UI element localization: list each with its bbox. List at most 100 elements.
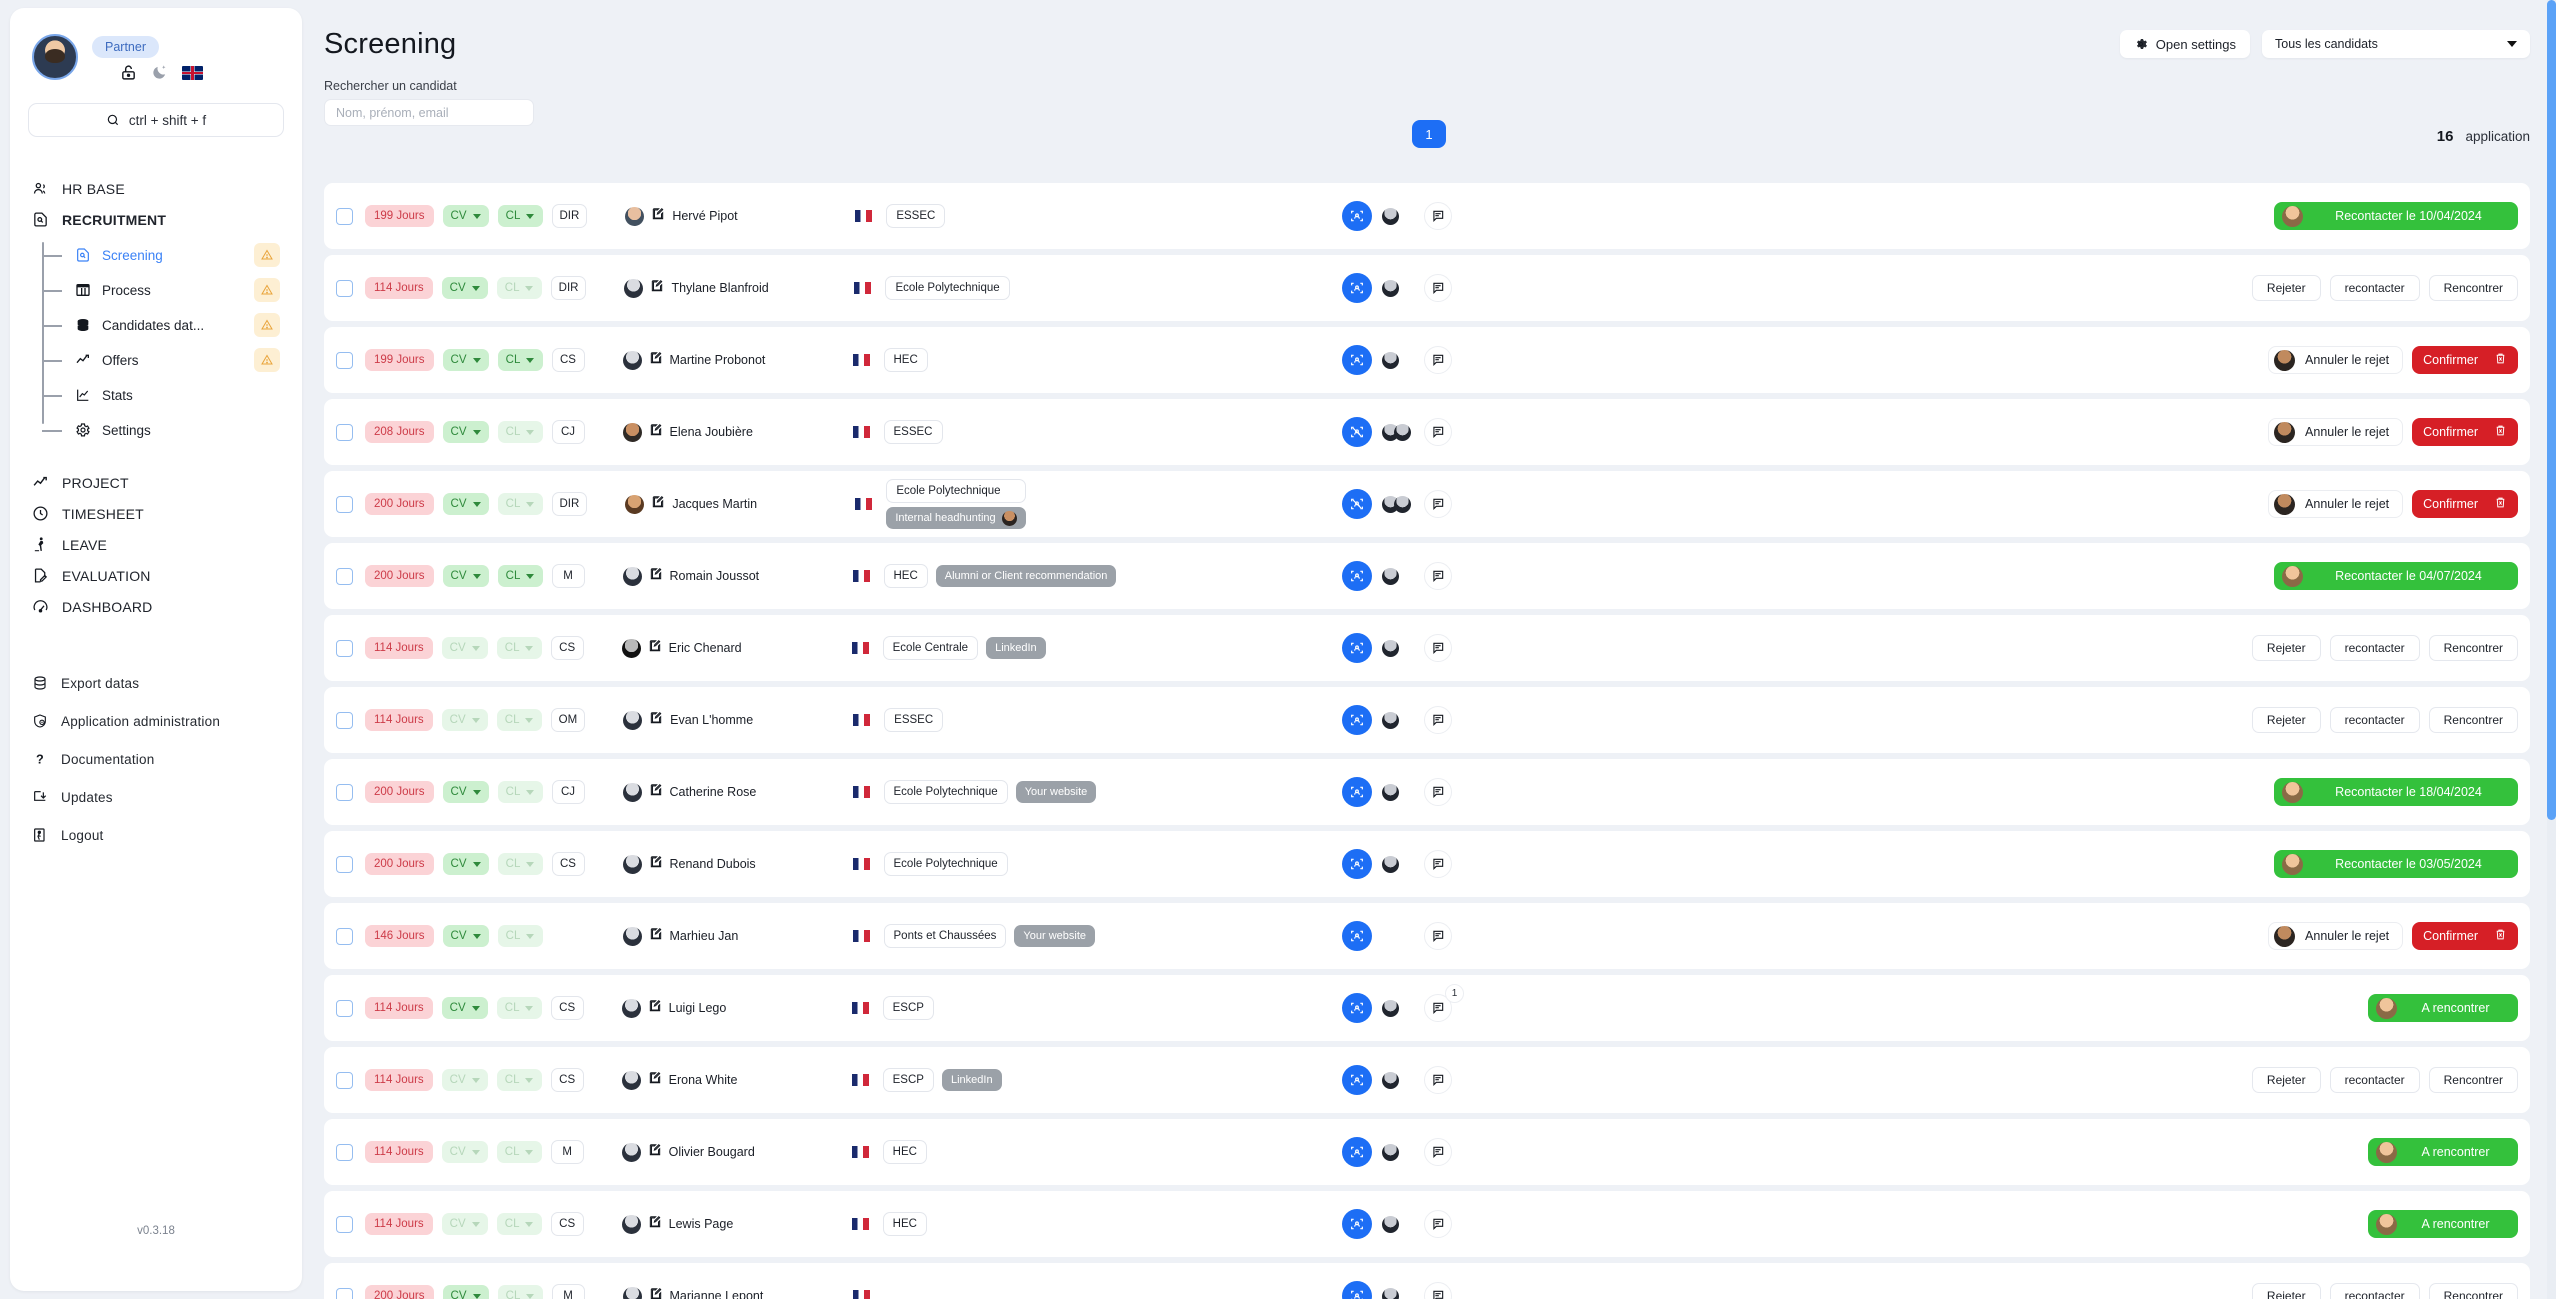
assignees[interactable] [1382, 999, 1399, 1017]
row-checkbox[interactable] [336, 999, 353, 1017]
recontact-button[interactable]: recontacter [2329, 707, 2420, 733]
row-checkbox[interactable] [336, 423, 353, 441]
comment-button[interactable] [1424, 1066, 1452, 1094]
uk-flag-icon[interactable] [182, 65, 203, 80]
row-checkbox[interactable] [336, 639, 353, 657]
row-checkbox[interactable] [336, 207, 353, 225]
candidate-info[interactable]: Marianne Lepont [622, 1286, 853, 1299]
table-row[interactable]: 146 JoursCVCL-Marhieu JanPonts et Chauss… [324, 903, 2530, 969]
assignees[interactable] [1382, 1287, 1399, 1299]
recontact-button[interactable]: recontacter [2329, 1283, 2420, 1299]
cl-dropdown[interactable]: CL [497, 205, 543, 227]
assignees[interactable] [1382, 351, 1399, 369]
comment-button[interactable] [1424, 778, 1452, 806]
confirm-button[interactable]: Confirmer [2412, 418, 2518, 446]
candidate-info[interactable]: Evan L'homme [623, 710, 853, 730]
row-checkbox[interactable] [336, 1215, 353, 1233]
candidates-filter-select[interactable]: Tous les candidats [2262, 30, 2530, 58]
reject-button[interactable]: Rejeter [2251, 635, 2321, 661]
row-checkbox[interactable] [336, 495, 353, 513]
candidate-info[interactable]: Elena Joubière [622, 422, 853, 442]
sidebar-item-settings[interactable]: Settings [42, 415, 302, 445]
comment-button[interactable] [1424, 1210, 1452, 1238]
match-icon[interactable] [1342, 201, 1372, 231]
comment-button[interactable] [1424, 490, 1452, 518]
table-row[interactable]: 114 Jours CV CL CS Erona White ESCP LinkedIn Re… [324, 1047, 2530, 1113]
row-checkbox[interactable] [336, 855, 353, 873]
edit-icon[interactable] [648, 1215, 662, 1234]
assignees[interactable] [1382, 855, 1399, 873]
match-icon[interactable] [1342, 1281, 1372, 1299]
cl-dropdown[interactable]: CL [496, 709, 542, 731]
sidebar-item-updates[interactable]: Updates [10, 778, 302, 816]
assignees[interactable] [1382, 495, 1411, 513]
assignees[interactable] [1382, 207, 1399, 225]
match-icon[interactable] [1342, 1209, 1372, 1239]
cl-dropdown[interactable]: CL [497, 493, 543, 515]
reject-button[interactable]: Rejeter [2251, 707, 2321, 733]
recontact-button[interactable]: A rencontrer [2368, 1210, 2518, 1238]
table-row[interactable]: 200 Jours CV CL M Marianne Lepont Rejeter reco… [324, 1263, 2530, 1299]
sidebar-item-screening[interactable]: Screening [42, 240, 302, 270]
match-icon[interactable] [1342, 273, 1372, 303]
assignees[interactable] [1382, 711, 1399, 729]
no-match-icon[interactable] [1342, 417, 1372, 447]
recontact-button[interactable]: Recontacter le 10/04/2024 [2274, 202, 2518, 230]
role-code-badge[interactable]: CS [550, 636, 584, 660]
cancel-reject-button[interactable]: Annuler le rejet [2268, 922, 2404, 950]
assignees[interactable] [1382, 423, 1411, 441]
comment-button[interactable] [1424, 1138, 1452, 1166]
assignees[interactable] [1382, 1071, 1399, 1089]
table-row[interactable]: 200 Jours CV CL CJ Catherine Rose Ecole Polyt… [324, 759, 2530, 825]
scrollbar[interactable] [2547, 0, 2556, 1299]
match-icon[interactable] [1342, 993, 1372, 1023]
role-code-badge[interactable]: CS [550, 996, 584, 1020]
recontact-button[interactable]: Recontacter le 18/04/2024 [2274, 778, 2518, 806]
match-icon[interactable] [1342, 777, 1372, 807]
cv-dropdown[interactable]: CV [441, 1069, 488, 1091]
meet-button[interactable]: Rencontrer [2428, 1283, 2518, 1299]
meet-button[interactable]: Rencontrer [2428, 707, 2518, 733]
role-code-badge[interactable]: CS [550, 1068, 584, 1092]
candidate-info[interactable]: Marhieu Jan [622, 926, 853, 946]
cl-dropdown[interactable]: CL [496, 637, 542, 659]
table-row[interactable]: 208 Jours CV CL CJ Elena Joubière ESSEC Annule… [324, 399, 2530, 465]
candidate-info[interactable]: Thylane Blanfroid [624, 278, 854, 298]
meet-button[interactable]: Rencontrer [2428, 635, 2518, 661]
row-checkbox[interactable] [336, 279, 353, 297]
edit-icon[interactable] [649, 855, 663, 874]
cv-dropdown[interactable]: CV [441, 709, 488, 731]
candidate-info[interactable]: Olivier Bougard [621, 1142, 852, 1162]
table-row[interactable]: 114 Jours CV CL DIR Thylane Blanfroid Ecole P… [324, 255, 2530, 321]
sidebar-item-dashboard[interactable]: DASHBOARD [10, 591, 302, 622]
candidate-info[interactable]: Erona White [621, 1070, 852, 1090]
role-code-badge[interactable]: DIR [551, 492, 588, 516]
cv-dropdown[interactable]: CV [442, 1285, 489, 1299]
role-code-badge[interactable]: M [551, 564, 585, 588]
candidate-info[interactable]: Romain Joussot [622, 566, 853, 586]
cv-dropdown[interactable]: CV [441, 637, 488, 659]
cl-dropdown[interactable]: CL [497, 421, 543, 443]
edit-icon[interactable] [649, 351, 663, 370]
moon-icon[interactable] [151, 64, 168, 81]
comment-button[interactable] [1424, 922, 1452, 950]
candidate-info[interactable]: Eric Chenard [621, 638, 852, 658]
row-checkbox[interactable] [336, 567, 353, 585]
cancel-reject-button[interactable]: Annuler le rejet [2268, 490, 2404, 518]
confirm-button[interactable]: Confirmer [2412, 490, 2518, 518]
cancel-reject-button[interactable]: Annuler le rejet [2268, 418, 2404, 446]
cl-dropdown[interactable]: CL [496, 1213, 542, 1235]
comment-button[interactable] [1424, 346, 1452, 374]
row-checkbox[interactable] [336, 1287, 353, 1299]
search-input[interactable] [324, 99, 534, 126]
row-checkbox[interactable] [336, 927, 353, 945]
sidebar-item-project[interactable]: PROJECT [10, 467, 302, 498]
cl-dropdown[interactable]: CL [497, 853, 543, 875]
role-code-badge[interactable]: DIR [551, 204, 588, 228]
cl-dropdown[interactable]: CL [497, 349, 543, 371]
meet-button[interactable]: Rencontrer [2428, 1067, 2518, 1093]
cl-dropdown[interactable]: CL [496, 997, 542, 1019]
cl-dropdown[interactable]: CL [496, 1069, 542, 1091]
role-code-badge[interactable]: CJ [551, 420, 585, 444]
comment-button[interactable] [1424, 202, 1452, 230]
